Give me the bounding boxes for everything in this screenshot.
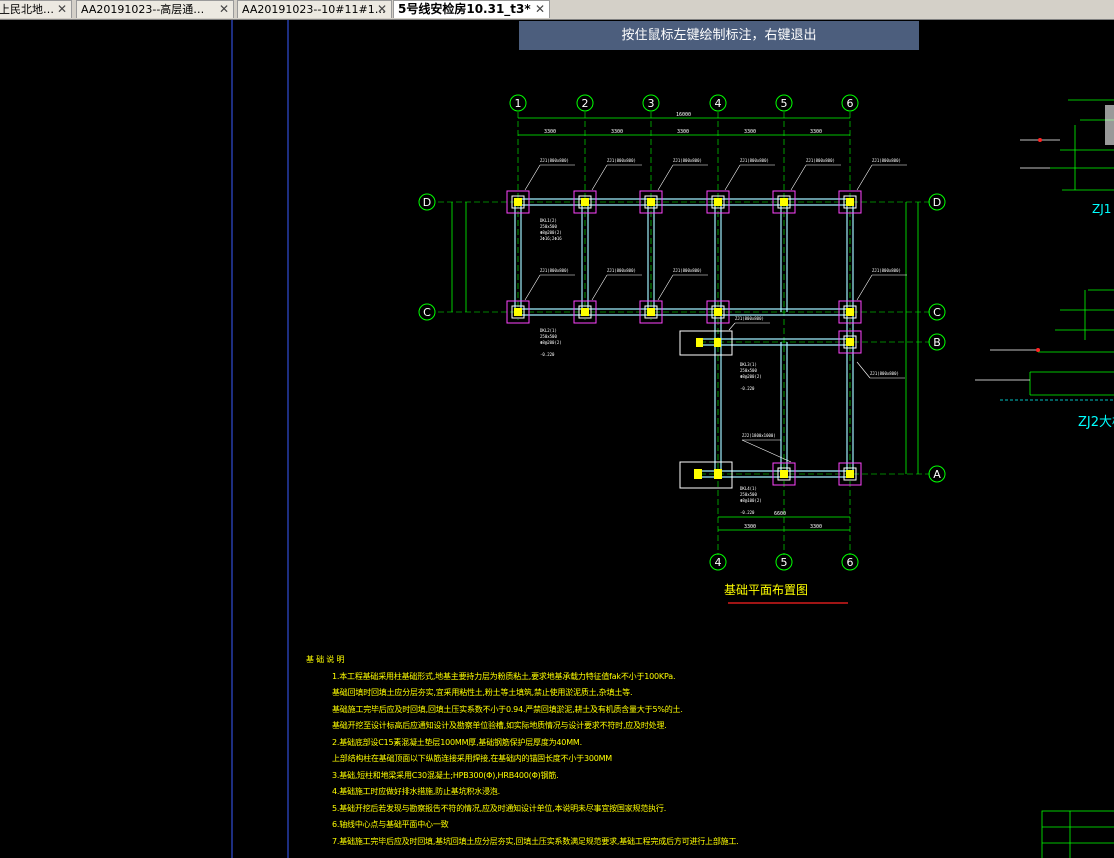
svg-text:DKL2(1): DKL2(1): [540, 328, 557, 333]
svg-text:ZJ1(800x800): ZJ1(800x800): [540, 158, 569, 163]
svg-text:Φ8@200(2): Φ8@200(2): [540, 230, 562, 235]
ground-beams: [514, 198, 854, 478]
svg-text:3300: 3300: [744, 524, 756, 530]
svg-text:3300: 3300: [810, 129, 822, 135]
svg-text:DKL4(1): DKL4(1): [740, 486, 757, 491]
svg-text:5: 5: [781, 97, 788, 110]
svg-text:6600: 6600: [774, 511, 786, 517]
axis-labels: 1 2 3 4 5 6 4 5 6 D C D C B A: [423, 97, 941, 569]
svg-text:ZJ1(800x800): ZJ1(800x800): [872, 268, 901, 273]
svg-text:ZJ1(800x800): ZJ1(800x800): [870, 371, 899, 376]
close-icon[interactable]: ✕: [57, 1, 67, 18]
svg-text:250x500: 250x500: [740, 492, 757, 497]
note-line: 3.基础,短柱和地梁采用C30混凝土;HPB300(Φ),HRB400(Φ)钢筋…: [332, 770, 559, 780]
svg-text:-0.220: -0.220: [740, 510, 755, 515]
svg-text:DKL3(1): DKL3(1): [740, 362, 757, 367]
svg-text:2: 2: [582, 97, 589, 110]
svg-text:C: C: [933, 306, 941, 319]
note-line: 5.基础开挖后若发现与勘察报告不符的情况,应及时通知设计单位,本说明未尽事宜按国…: [332, 803, 667, 813]
tab-label: 5号线安检房10.31_t3*: [398, 2, 531, 16]
svg-text:3300: 3300: [544, 129, 556, 135]
svg-text:C: C: [423, 306, 431, 319]
svg-text:3300: 3300: [611, 129, 623, 135]
detail-drawing-zj1: [1020, 99, 1114, 191]
svg-text:D: D: [933, 196, 941, 209]
svg-text:250x500: 250x500: [540, 224, 557, 229]
svg-text:4: 4: [715, 556, 722, 569]
svg-text:ZJ1(800x800): ZJ1(800x800): [735, 316, 764, 321]
tab-label: AA20191023--高层通…: [81, 3, 205, 16]
svg-text:250x500: 250x500: [540, 334, 557, 339]
axis-bubbles: [418, 94, 946, 571]
note-line: 4.基础施工时应做好排水措施,防止基坑积水浸泡.: [332, 787, 500, 796]
svg-text:1: 1: [515, 97, 522, 110]
svg-text:ZJ1(800x800): ZJ1(800x800): [540, 268, 569, 273]
dimension-text: 16000 3300 3300 3300 3300 3300 6600 3300 3300: [544, 112, 822, 530]
document-tab-bar: 上民北地… ✕ AA20191023--高层通… ✕ AA20191023--1…: [0, 0, 1114, 20]
close-icon[interactable]: ✕: [219, 1, 229, 18]
note-line: 上部结构柱在基础顶面以下纵筋连接采用焊接,在基础内的锚固长度不小于300MM: [332, 754, 613, 763]
svg-text:ZJ1(800x800): ZJ1(800x800): [607, 268, 636, 273]
foundation-notes: 基 础 说 明 1.本工程基础采用柱基础形式,地基主要持力层为粉质粘土,要求地基…: [306, 652, 739, 850]
svg-text:3300: 3300: [810, 524, 822, 530]
svg-text:ZJ1(800x800): ZJ1(800x800): [673, 268, 702, 273]
svg-text:ZJ1(800x800): ZJ1(800x800): [607, 158, 636, 163]
svg-text:5: 5: [781, 556, 788, 569]
tab-doc-3[interactable]: AA20191023--10#11#1… ✕: [237, 0, 392, 18]
note-line: 基础开挖至设计标高后应通知设计及勘察单位验槽,如实际地质情况与设计要求不符时,应…: [332, 721, 667, 730]
svg-text:Φ8@100(2): Φ8@100(2): [740, 498, 762, 503]
drawing-title: 基础平面布置图: [724, 583, 808, 597]
svg-text:4: 4: [715, 97, 722, 110]
tab-label: AA20191023--10#11#1…: [242, 3, 386, 16]
svg-text:3: 3: [648, 97, 655, 110]
svg-text:Φ8@200(2): Φ8@200(2): [540, 340, 562, 345]
note-line: 基础施工完毕后应及时回填,回填土压实系数不小于0.94.严禁回填淤泥,耕土及有机…: [332, 704, 683, 714]
svg-text:-0.220: -0.220: [540, 352, 555, 357]
svg-text:ZJ1(800x800): ZJ1(800x800): [673, 158, 702, 163]
svg-text:-0.220: -0.220: [740, 386, 755, 391]
svg-text:Φ8@200(2): Φ8@200(2): [740, 374, 762, 379]
svg-text:6: 6: [847, 556, 854, 569]
svg-text:250x500: 250x500: [740, 368, 757, 373]
detail-label-zj1: ZJ1: [1092, 202, 1111, 216]
svg-text:ZJ1(800x800): ZJ1(800x800): [806, 158, 835, 163]
detail-label-zj2: ZJ2大样: [1078, 415, 1114, 430]
svg-text:3300: 3300: [677, 129, 689, 135]
close-icon[interactable]: ✕: [535, 1, 545, 18]
title-block: [1041, 810, 1114, 858]
svg-text:3300: 3300: [744, 129, 756, 135]
svg-text:2Φ16;2Φ16: 2Φ16;2Φ16: [540, 236, 562, 241]
svg-text:A: A: [933, 468, 941, 481]
tab-label: 上民北地…: [0, 3, 54, 16]
note-line: 2.基础底部设C15素混凝土垫层100MM厚,基础钢筋保护层厚度为40MM.: [332, 737, 582, 747]
svg-text:ZJ1(800x800): ZJ1(800x800): [872, 158, 901, 163]
note-line: 1.本工程基础采用柱基础形式,地基主要持力层为粉质粘土,要求地基承载力特征值fa…: [332, 671, 676, 681]
detail-drawing-zj2: [975, 289, 1114, 401]
tab-doc-2[interactable]: AA20191023--高层通… ✕: [76, 0, 234, 18]
detail-marker: [1036, 348, 1040, 352]
tab-doc-4-active[interactable]: 5号线安检房10.31_t3* ✕: [393, 0, 550, 18]
notes-heading: 基 础 说 明: [306, 655, 345, 664]
note-line: 基础回填时回填土应分层夯实,宜采用粘性土,粉土等土填筑,禁止使用淤泥质土,杂填土…: [332, 688, 633, 697]
axis-grid-lines: [438, 112, 930, 555]
command-tooltip: 按住鼠标左键绘制标注，右键退出: [519, 21, 919, 50]
svg-text:ZJ1(800x800): ZJ1(800x800): [740, 158, 769, 163]
detail-drawing-zj1-fill: [1038, 105, 1114, 145]
svg-text:16000: 16000: [676, 112, 691, 118]
svg-text:ZJ2(1800x1000): ZJ2(1800x1000): [742, 433, 776, 438]
tab-doc-1[interactable]: 上民北地… ✕: [0, 0, 72, 18]
svg-text:B: B: [933, 336, 941, 349]
svg-text:6: 6: [847, 97, 854, 110]
note-line: 6.轴线中心点与基础平面中心一致: [332, 820, 449, 829]
close-icon[interactable]: ✕: [377, 1, 387, 18]
note-line: 7.基础施工完毕后应及时回填,基坑回填土应分层夯实,回填土压实系数满足规范要求,…: [332, 836, 739, 846]
svg-text:D: D: [423, 196, 431, 209]
svg-text:DKL1(2): DKL1(2): [540, 218, 557, 223]
